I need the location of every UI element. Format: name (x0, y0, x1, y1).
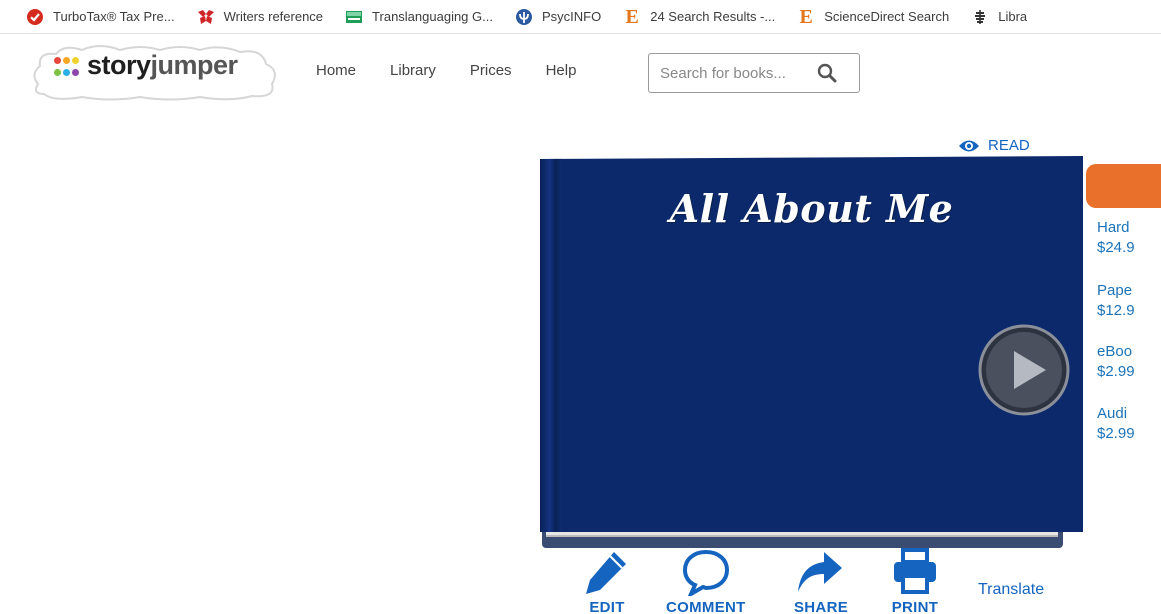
search-input[interactable] (660, 64, 820, 82)
purchase-option-name: Hard (1097, 219, 1130, 236)
storyjumper-logo[interactable]: storyjumper (30, 44, 282, 102)
share-label: SHARE (794, 599, 849, 614)
purchase-option-name: eBoo (1097, 343, 1133, 360)
bookmark-label: Writers reference (223, 9, 324, 24)
bookmark-psycinfo[interactable]: PsycINFO (515, 8, 601, 26)
bookmark-search-results[interactable]: E 24 Search Results -... (623, 5, 776, 28)
purchase-option-price: $2.99 (1097, 363, 1135, 380)
pencil-icon (586, 552, 626, 594)
bookmark-label: Libra (998, 9, 1028, 24)
psycinfo-icon (515, 8, 533, 26)
bookmark-translanguaging[interactable]: Translanguaging G... (345, 8, 493, 26)
bookmark-turbotax[interactable]: TurboTax® Tax Pre... (26, 8, 175, 26)
nav-library[interactable]: Library (390, 62, 436, 79)
share-icon (798, 552, 842, 592)
library-icon (971, 8, 989, 26)
purchase-option-audio[interactable]: Audi $2.99 (1097, 404, 1135, 444)
purchase-option-name: Pape (1097, 282, 1133, 299)
print-button[interactable]: PRINT (890, 548, 940, 614)
logo-dots-icon (54, 57, 80, 79)
printer-icon (894, 548, 936, 594)
purchase-option-price: $12.9 (1097, 302, 1135, 319)
writers-reference-icon (197, 8, 215, 26)
edit-button[interactable]: EDIT (582, 548, 632, 614)
eye-icon (959, 140, 979, 151)
bookmark-sciencedirect[interactable]: E ScienceDirect Search (797, 5, 950, 28)
bookmark-label: ScienceDirect Search (824, 9, 950, 24)
play-icon[interactable] (978, 324, 1070, 416)
ebsco-e-icon: E (625, 5, 639, 28)
nav-help[interactable]: Help (546, 62, 577, 79)
comment-icon (682, 549, 729, 596)
comment-button[interactable]: COMMENT (666, 548, 746, 614)
purchase-option-price: $24.9 (1097, 239, 1135, 256)
bookmark-label: PsycINFO (541, 9, 602, 24)
purchase-option-hardcover[interactable]: Hard $24.9 (1097, 218, 1135, 258)
bookmark-label: Translanguaging G... (372, 9, 493, 24)
read-link[interactable]: READ (958, 137, 1030, 154)
bookmark-library[interactable]: Libra (971, 8, 1027, 26)
share-button[interactable]: SHARE (794, 548, 848, 614)
book-title: All About Me (669, 186, 954, 231)
ebsco-e-icon: E (799, 5, 813, 28)
read-label: READ (988, 137, 1030, 154)
turbotax-icon (26, 8, 44, 26)
edit-label: EDIT (589, 599, 625, 614)
bookmark-label: 24 Search Results -... (650, 9, 776, 24)
logo-wordmark: storyjumper (87, 50, 238, 80)
main-nav: Home Library Prices Help (316, 62, 610, 79)
print-label: PRINT (891, 599, 939, 614)
purchase-option-price: $2.99 (1097, 425, 1135, 442)
search-box (648, 53, 860, 93)
bookmark-writers-reference[interactable]: Writers reference (197, 8, 323, 26)
purchase-option-paperback[interactable]: Pape $12.9 (1097, 281, 1135, 321)
nav-home[interactable]: Home (316, 62, 356, 79)
bookmarks-bar: TurboTax® Tax Pre... Writers reference T… (0, 0, 1161, 34)
buy-button[interactable] (1086, 164, 1161, 208)
search-icon[interactable] (817, 63, 837, 83)
purchase-option-ebook[interactable]: eBoo $2.99 (1097, 342, 1135, 382)
translanguaging-icon (345, 8, 363, 26)
comment-label: COMMENT (666, 599, 746, 614)
bookmark-label: TurboTax® Tax Pre... (53, 9, 175, 24)
nav-prices[interactable]: Prices (470, 62, 512, 79)
translate-link[interactable]: Translate (978, 581, 1044, 599)
purchase-option-name: Audi (1097, 405, 1128, 422)
